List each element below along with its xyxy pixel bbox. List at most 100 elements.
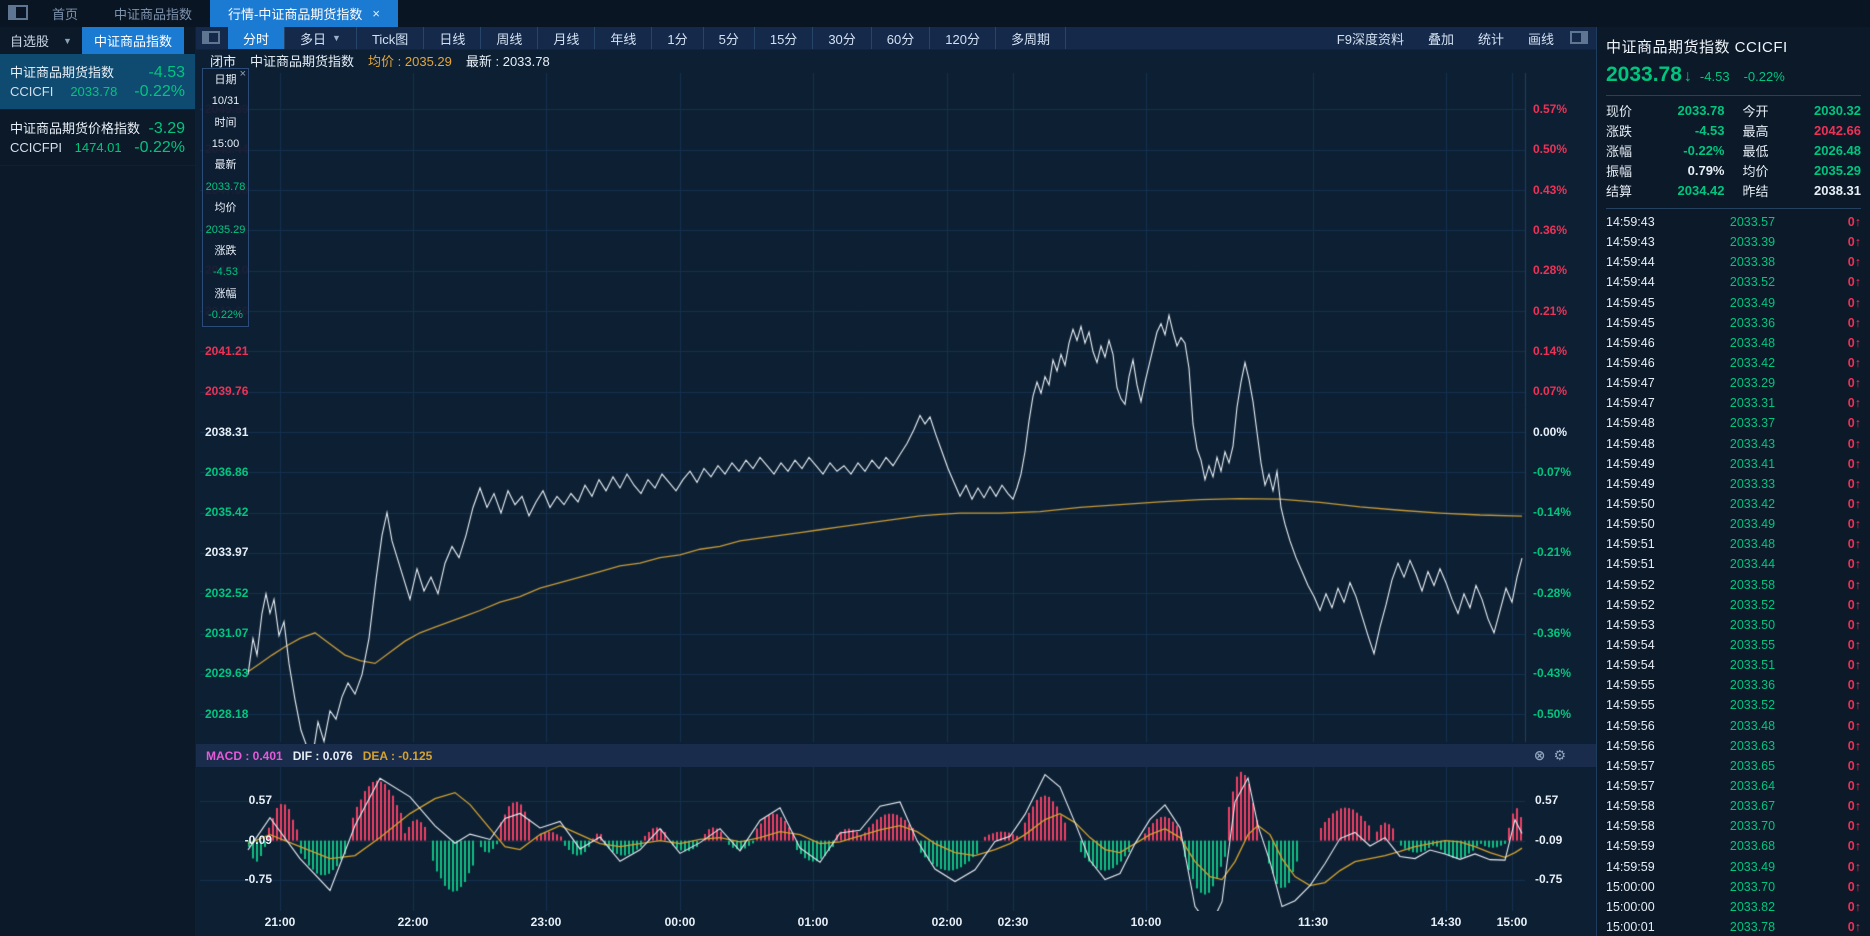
toolbar-button-周线[interactable]: 周线 <box>481 27 538 49</box>
tick-row[interactable]: 14:59:572033.640↑ <box>1606 776 1861 796</box>
toolbar-button-label: 5分 <box>719 29 739 48</box>
tick-price: 2033.70 <box>1672 880 1833 894</box>
top-tab-2[interactable]: 行情-中证商品期货指数× <box>210 0 398 27</box>
tick-time: 14:59:54 <box>1606 658 1672 672</box>
tick-row[interactable]: 14:59:482033.370↑ <box>1606 413 1861 433</box>
toolbar-button-多日[interactable]: 多日▼ <box>285 27 357 49</box>
tick-row[interactable]: 14:59:552033.360↑ <box>1606 675 1861 695</box>
tick-row[interactable]: 14:59:472033.290↑ <box>1606 373 1861 393</box>
toolbar-button-日线[interactable]: 日线 <box>424 27 481 49</box>
panel-toggle-right-icon[interactable] <box>1570 31 1588 44</box>
tick-row[interactable]: 15:00:002033.820↑ <box>1606 897 1861 917</box>
tick-row[interactable]: 14:59:462033.420↑ <box>1606 353 1861 373</box>
pct-axis-label-right: 0.00% <box>1533 425 1567 439</box>
tick-row[interactable]: 14:59:442033.380↑ <box>1606 252 1861 272</box>
tooltip-close-icon[interactable]: × <box>240 68 246 80</box>
tick-row[interactable]: 14:59:462033.480↑ <box>1606 333 1861 353</box>
tick-row[interactable]: 14:59:572033.650↑ <box>1606 756 1861 776</box>
pct-axis-label-right: -0.07% <box>1533 465 1571 479</box>
macd-close-icon[interactable]: ⊗ <box>1534 747 1546 764</box>
toolbar-button-叠加[interactable]: 叠加 <box>1416 27 1466 49</box>
price-axis-label-left: 2036.86 <box>205 465 248 479</box>
toolbar-button-Tick图[interactable]: Tick图 <box>357 27 424 49</box>
stat-label: 现价 <box>1606 101 1646 120</box>
toolbar-button-统计[interactable]: 统计 <box>1466 27 1516 49</box>
tick-row[interactable]: 14:59:502033.490↑ <box>1606 514 1861 534</box>
tick-row[interactable]: 14:59:562033.630↑ <box>1606 736 1861 756</box>
toolbar-button-60分[interactable]: 60分 <box>872 27 930 49</box>
tick-row[interactable]: 14:59:492033.330↑ <box>1606 474 1861 494</box>
top-tab-1[interactable]: 中证商品指数 <box>96 0 210 27</box>
toolbar-button-1分[interactable]: 1分 <box>652 27 703 49</box>
tab-close-icon[interactable]: × <box>372 6 380 21</box>
tick-row[interactable]: 14:59:512033.440↑ <box>1606 554 1861 574</box>
tick-row[interactable]: 14:59:542033.550↑ <box>1606 635 1861 655</box>
tick-row[interactable]: 14:59:492033.410↑ <box>1606 454 1861 474</box>
macd-settings-gear-icon[interactable]: ⚙ <box>1553 747 1566 764</box>
list-item-CCICFI[interactable]: 中证商品期货指数-4.53CCICFI2033.78-0.22% <box>0 54 195 110</box>
tick-time: 14:59:49 <box>1606 477 1672 491</box>
tick-price: 2033.49 <box>1672 296 1833 310</box>
tick-time: 14:59:46 <box>1606 356 1672 370</box>
tick-row[interactable]: 14:59:562033.480↑ <box>1606 716 1861 736</box>
tick-row[interactable]: 14:59:472033.310↑ <box>1606 393 1861 413</box>
sidebar-tab-index-group[interactable]: 中证商品指数 <box>82 27 184 54</box>
tick-volume: 0↑ <box>1833 235 1861 249</box>
quote-panel: 中证商品期货指数 CCICFI 2033.78 ↓ -4.53 -0.22% 现… <box>1596 27 1870 936</box>
tick-row[interactable]: 14:59:592033.680↑ <box>1606 836 1861 856</box>
toolbar-button-F9深度资料[interactable]: F9深度资料 <box>1325 27 1416 49</box>
tick-row[interactable]: 14:59:432033.570↑ <box>1606 212 1861 232</box>
toolbar-button-5分[interactable]: 5分 <box>704 27 755 49</box>
macd-axis-label-right: 0.57 <box>1535 793 1558 807</box>
pct-axis-label-right: 0.43% <box>1533 183 1567 197</box>
tick-row[interactable]: 14:59:592033.490↑ <box>1606 857 1861 877</box>
tick-volume: 0↑ <box>1833 578 1861 592</box>
tick-row[interactable]: 14:59:502033.420↑ <box>1606 494 1861 514</box>
instrument-name: 中证商品期货价格指数 <box>10 119 140 138</box>
tick-row[interactable]: 14:59:532033.500↑ <box>1606 615 1861 635</box>
watchlist-dropdown[interactable]: 自选股 ▼ <box>0 27 82 54</box>
up-arrow-icon: ↑ <box>1855 396 1861 410</box>
toolbar-button-多周期[interactable]: 多周期 <box>996 27 1066 49</box>
tick-row[interactable]: 14:59:452033.490↑ <box>1606 293 1861 313</box>
toolbar-button-分时[interactable]: 分时 <box>228 27 285 49</box>
toolbar-right-buttons: F9深度资料叠加统计画线 <box>1325 27 1566 49</box>
top-tab-0[interactable]: 首页 <box>34 0 96 27</box>
tick-price: 2033.31 <box>1672 396 1833 410</box>
sidebar-toggle-icon[interactable] <box>8 5 28 20</box>
toolbar-button-30分[interactable]: 30分 <box>813 27 871 49</box>
time-axis-label: 01:00 <box>798 915 829 929</box>
tick-row[interactable]: 15:00:012033.780↑ <box>1606 917 1861 936</box>
toolbar-button-年线[interactable]: 年线 <box>595 27 652 49</box>
last-price-readout: 最新 : 2033.78 <box>466 51 550 70</box>
up-arrow-icon: ↑ <box>1855 719 1861 733</box>
tooltip-label: 时间 <box>215 117 237 129</box>
list-item-CCICFPI[interactable]: 中证商品期货价格指数-3.29CCICFPI1474.01-0.22% <box>0 110 195 166</box>
tick-volume: 0↑ <box>1833 316 1861 330</box>
tick-row[interactable]: 14:59:482033.430↑ <box>1606 434 1861 454</box>
divider <box>1606 95 1861 96</box>
tick-time: 14:59:56 <box>1606 719 1672 733</box>
toolbar-button-120分[interactable]: 120分 <box>930 27 996 49</box>
toolbar-button-月线[interactable]: 月线 <box>538 27 595 49</box>
panel-toggle-left-icon[interactable] <box>202 31 220 44</box>
tick-row[interactable]: 14:59:442033.520↑ <box>1606 272 1861 292</box>
price-axis-label-left: 2029.63 <box>205 666 248 680</box>
pct-axis-label-right: 0.21% <box>1533 304 1567 318</box>
tick-row[interactable]: 14:59:582033.700↑ <box>1606 816 1861 836</box>
tick-row[interactable]: 14:59:452033.360↑ <box>1606 313 1861 333</box>
tick-row[interactable]: 14:59:432033.390↑ <box>1606 232 1861 252</box>
price-axis-label-left: 2041.21 <box>205 344 248 358</box>
toolbar-button-画线[interactable]: 画线 <box>1516 27 1566 49</box>
tick-row[interactable]: 15:00:002033.700↑ <box>1606 877 1861 897</box>
tick-row[interactable]: 14:59:522033.520↑ <box>1606 595 1861 615</box>
tick-price: 2033.41 <box>1672 457 1833 471</box>
toolbar-button-15分[interactable]: 15分 <box>755 27 813 49</box>
tick-row[interactable]: 14:59:582033.670↑ <box>1606 796 1861 816</box>
tick-row[interactable]: 14:59:522033.580↑ <box>1606 575 1861 595</box>
stat-label: 最高 <box>1743 121 1783 140</box>
tick-row[interactable]: 14:59:542033.510↑ <box>1606 655 1861 675</box>
tick-row[interactable]: 14:59:512033.480↑ <box>1606 534 1861 554</box>
tick-row[interactable]: 14:59:552033.520↑ <box>1606 695 1861 715</box>
tick-list[interactable]: 14:59:432033.570↑14:59:432033.390↑14:59:… <box>1606 212 1861 936</box>
